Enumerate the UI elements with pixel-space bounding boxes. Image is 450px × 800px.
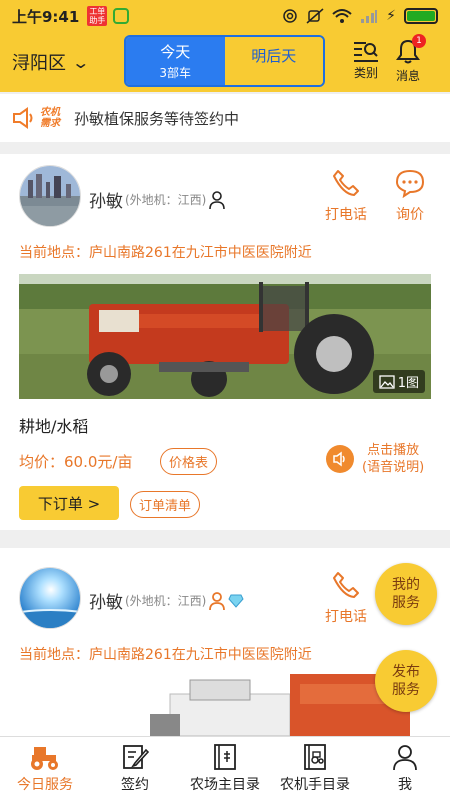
message-button[interactable]: 1 消息 <box>396 34 426 84</box>
tab-next-days-label: 明后天 <box>251 47 297 65</box>
play-label: 点击播放 <box>367 443 420 458</box>
my-service-label: 我的服务 <box>392 577 420 611</box>
day-tabs: 今天 3部车 明后天 <box>124 35 325 87</box>
voice-play-button[interactable]: 点击播放 (语音说明) <box>326 442 424 476</box>
signal-icon <box>361 10 378 23</box>
avatar[interactable] <box>19 567 81 629</box>
edit-icon <box>123 745 149 769</box>
phone-icon <box>333 572 359 598</box>
ask-price-button[interactable]: 询价 <box>395 168 425 224</box>
notice-text: 孙敏植保服务等待签约中 <box>74 109 240 128</box>
operator-name: 孙敏 (外地机：江西) <box>89 588 244 613</box>
service-type: 耕地/水稻 <box>19 417 89 436</box>
nav-sign[interactable]: 签约 <box>90 737 180 800</box>
person-icon <box>209 190 226 209</box>
nav-label: 签约 <box>121 777 149 793</box>
nav-label: 农机手目录 <box>280 777 350 793</box>
book-icon <box>214 744 236 770</box>
image-count-badge: 1图 <box>372 370 425 393</box>
my-service-button[interactable]: 我的服务 <box>375 563 437 625</box>
status-bar: 上午9:41 工单 助手 ⚡ <box>0 0 450 32</box>
nav-today-service[interactable]: 今日服务 <box>0 737 90 800</box>
call-label: 打电话 <box>325 609 367 625</box>
message-label: 消息 <box>396 69 421 83</box>
tractor-icon <box>31 747 58 770</box>
call-button[interactable]: 打电话 <box>325 570 367 626</box>
category-search-icon <box>354 42 378 62</box>
diamond-icon <box>228 594 244 608</box>
average-price: 均价：60.0元/亩 <box>19 453 133 471</box>
play-sublabel: (语音说明) <box>362 460 425 475</box>
district-selector[interactable]: 浔阳区 ⌄ <box>12 49 91 75</box>
tab-today[interactable]: 今天 3部车 <box>126 37 225 85</box>
speaker-play-icon <box>326 445 354 473</box>
place-order-button[interactable]: 下订单 > <box>19 486 119 520</box>
app-notification-icon: 工单 助手 <box>87 6 108 26</box>
bottom-nav: 今日服务 签约 农场主目录 农机手目录 我 <box>0 736 450 800</box>
mute-icon <box>306 8 324 24</box>
nav-operator-directory[interactable]: 农机手目录 <box>270 737 360 800</box>
call-label: 打电话 <box>325 207 367 223</box>
image-count-text: 1图 <box>397 376 419 391</box>
battery-icon <box>404 8 438 24</box>
avatar[interactable] <box>19 165 81 227</box>
person-icon <box>393 745 417 771</box>
message-count-badge: 1 <box>412 34 426 48</box>
district-label: 浔阳区 <box>12 53 66 74</box>
order-list-button[interactable]: 订单清单 <box>130 491 201 518</box>
operator-name-text: 孙敏 <box>89 593 123 613</box>
tag-line-1: 农机 <box>40 107 60 118</box>
operator-origin: (外地机：江西) <box>125 193 207 207</box>
tab-today-label: 今天 <box>160 43 191 61</box>
operator-card: 孙敏 (外地机：江西) 打电话 询价 当前地点：庐山南路261在九江市中医医院附… <box>0 154 450 530</box>
charging-icon: ⚡ <box>386 8 396 24</box>
price-list-button[interactable]: 价格表 <box>160 448 218 475</box>
tag-line-2: 需求 <box>40 118 60 129</box>
headset-icon <box>283 9 297 23</box>
publish-service-label: 发布服务 <box>392 664 420 698</box>
category-label: 类别 <box>353 66 378 80</box>
current-location: 当前地点：庐山南路261在九江市中医医院附近 <box>19 647 312 663</box>
category-button[interactable]: 类别 <box>352 38 380 81</box>
operator-name-text: 孙敏 <box>89 192 123 212</box>
current-location: 当前地点：庐山南路261在九江市中医医院附近 <box>19 245 312 261</box>
certified-person-icon <box>209 591 226 610</box>
chevron-down-icon: ⌄ <box>71 52 91 72</box>
tractor-photo[interactable]: 1图 <box>19 274 431 399</box>
operator-origin: (外地机：江西) <box>125 594 207 608</box>
ask-price-label: 询价 <box>396 207 424 223</box>
tab-today-count: 3部车 <box>159 66 192 80</box>
image-icon <box>379 374 395 389</box>
header: 浔阳区 ⌄ 今天 3部车 明后天 类别 1 消息 <box>0 32 450 92</box>
nav-label: 农场主目录 <box>190 777 260 793</box>
demand-notice[interactable]: 农机 需求 孙敏植保服务等待签约中 <box>0 94 450 142</box>
wifi-icon <box>332 9 352 23</box>
nav-label: 我 <box>398 777 412 793</box>
android-notification-icon <box>113 8 130 24</box>
call-button[interactable]: 打电话 <box>325 168 367 224</box>
machine-book-icon <box>304 744 326 770</box>
operator-name: 孙敏 (外地机：江西) <box>89 187 228 212</box>
nav-label: 今日服务 <box>17 777 73 793</box>
nav-farmer-directory[interactable]: 农场主目录 <box>180 737 270 800</box>
clock: 上午9:41 <box>12 7 80 26</box>
phone-icon <box>333 170 359 196</box>
publish-service-button[interactable]: 发布服务 <box>375 650 437 712</box>
tab-next-days[interactable]: 明后天 <box>224 37 323 85</box>
chat-icon <box>395 169 425 198</box>
farm-demand-tag: 农机 需求 <box>40 107 60 129</box>
nav-me[interactable]: 我 <box>360 737 450 800</box>
speaker-icon <box>13 107 33 129</box>
